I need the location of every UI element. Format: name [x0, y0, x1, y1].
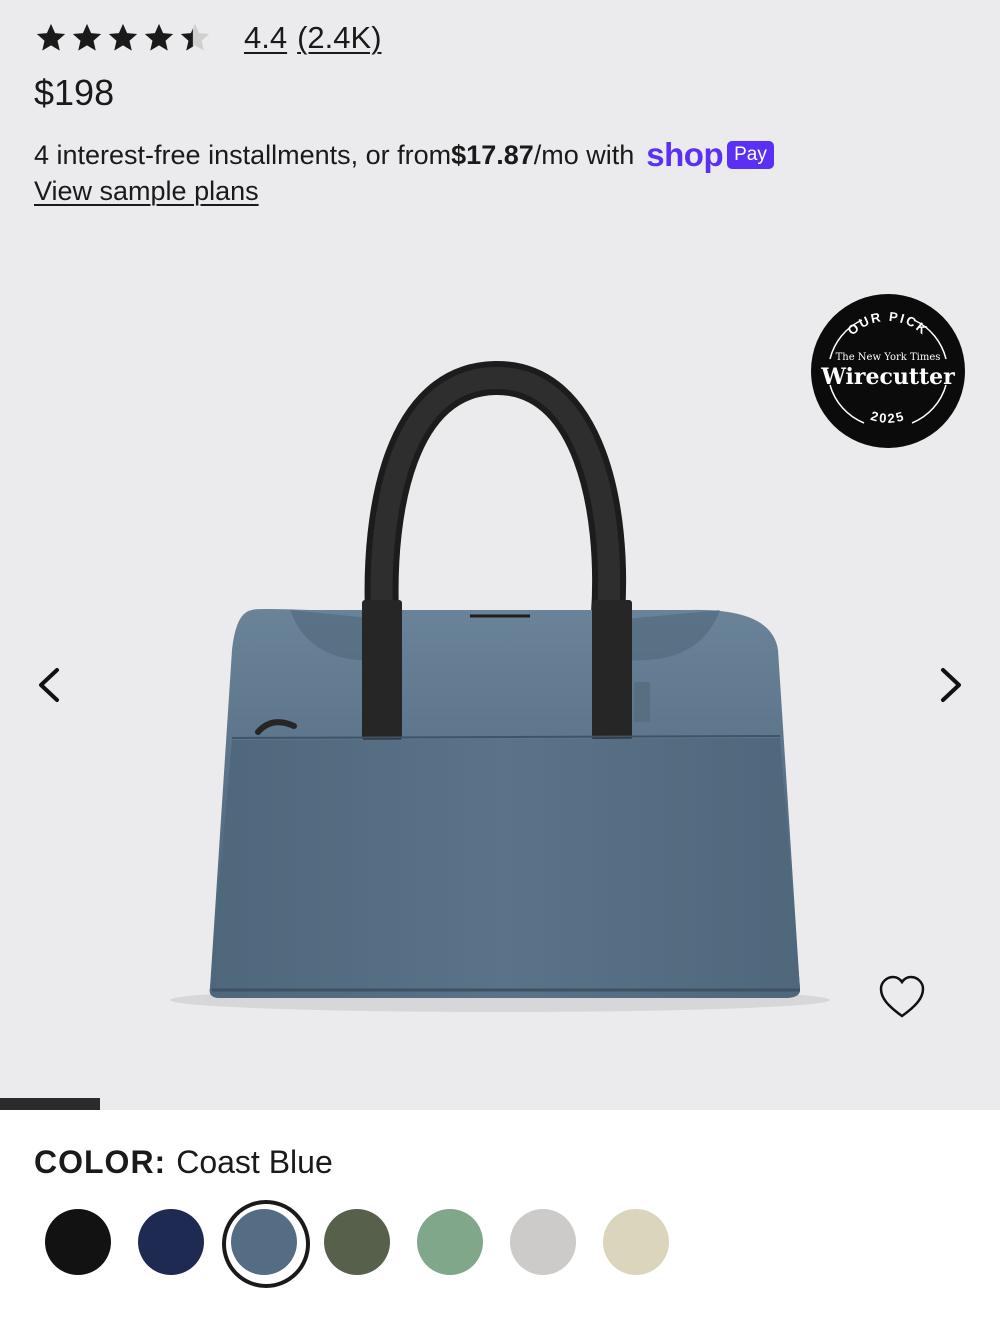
heart-icon[interactable] — [878, 974, 926, 1020]
chevron-right-icon[interactable] — [927, 662, 973, 708]
product-gallery-area: 4.4 (2.4K) $198 4 interest-free installm… — [0, 0, 1000, 1110]
color-swatch[interactable] — [45, 1209, 111, 1275]
shop-pay-logo: shop Pay — [646, 136, 774, 174]
reviews-link[interactable]: 4.4 (2.4K) — [244, 20, 382, 56]
gallery-progress-fill — [0, 1098, 100, 1110]
color-swatch[interactable] — [510, 1209, 576, 1275]
product-price: $198 — [34, 72, 115, 113]
color-swatch[interactable] — [324, 1209, 390, 1275]
rating-score: 4.4 — [244, 20, 288, 55]
installments-info: 4 interest-free installments, or from $1… — [34, 136, 774, 174]
star-full-icon — [144, 23, 174, 51]
color-swatches — [45, 1200, 696, 1288]
color-swatch[interactable] — [603, 1209, 669, 1275]
product-image-duffel-bag — [170, 360, 830, 1012]
color-label: COLOR: — [34, 1144, 167, 1180]
shop-pay-word: shop — [646, 136, 724, 173]
star-partial-icon — [180, 23, 210, 51]
shop-pay-badge: Pay — [727, 141, 774, 169]
badge-publisher: The New York Times — [836, 352, 941, 363]
star-full-icon — [36, 23, 66, 51]
star-full-icon — [108, 23, 138, 51]
installment-amount: $17.87 — [451, 139, 534, 170]
color-swatch[interactable] — [138, 1209, 204, 1275]
star-full-icon — [72, 23, 102, 51]
view-sample-plans-link[interactable]: View sample plans — [34, 176, 259, 207]
chevron-left-icon[interactable] — [27, 662, 73, 708]
color-swatch[interactable] — [417, 1209, 483, 1275]
installments-suffix: /mo with — [533, 139, 635, 170]
star-rating — [34, 21, 212, 55]
installments-prefix: 4 interest-free installments, or from — [34, 139, 452, 170]
badge-name: Wirecutter — [820, 364, 955, 390]
color-heading: COLOR: Coast Blue — [34, 1144, 333, 1181]
selected-color-name: Coast Blue — [176, 1144, 333, 1180]
gallery-progress-track — [0, 1098, 1000, 1110]
rating-summary: 4.4 (2.4K) — [34, 20, 382, 56]
review-count: (2.4K) — [297, 20, 382, 55]
color-swatch[interactable] — [222, 1200, 310, 1288]
